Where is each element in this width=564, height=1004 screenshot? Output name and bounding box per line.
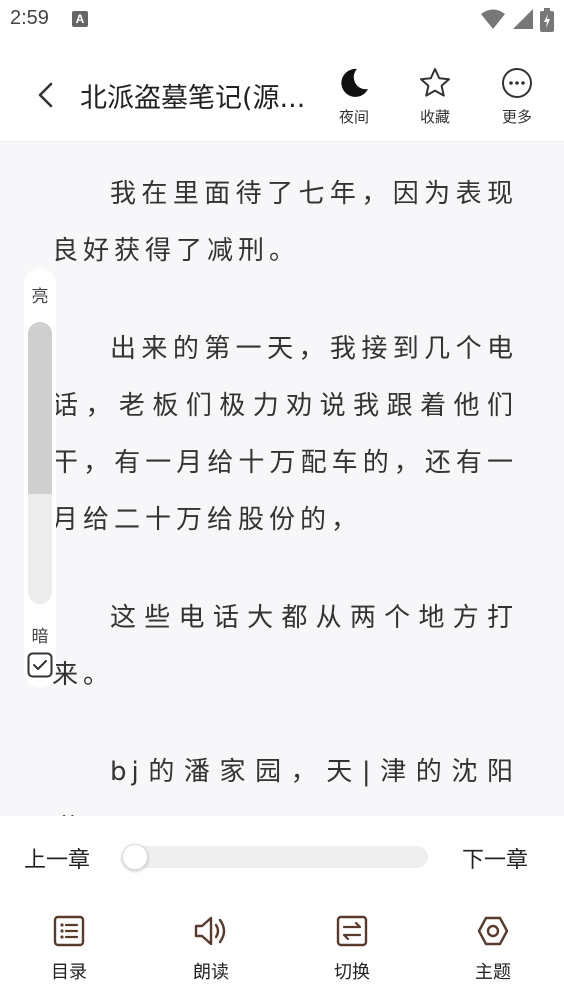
wifi-icon <box>481 9 505 29</box>
tab-read-aloud-label: 朗读 <box>193 962 229 983</box>
tab-theme[interactable]: 主题 <box>448 914 538 984</box>
reader-header: 北派盗墓笔记(源... 夜间 收藏 更多 <box>0 40 564 142</box>
paragraph: 我在里面待了七年，因为表现良好获得了减刑。 <box>52 179 518 266</box>
star-icon <box>420 68 450 97</box>
more-button[interactable]: 更多 <box>482 66 552 132</box>
speaker-icon <box>194 916 226 946</box>
back-arrow-icon <box>38 82 53 108</box>
theme-icon <box>477 916 509 946</box>
night-mode-label: 夜间 <box>338 108 369 126</box>
prev-chapter-button[interactable]: 上一章 <box>24 842 90 874</box>
more-icon <box>502 68 532 98</box>
switch-icon <box>336 915 368 947</box>
follow-system-checkbox[interactable] <box>27 652 53 678</box>
brightness-bright-label: 亮 <box>31 287 49 307</box>
tab-theme-label: 主题 <box>475 962 511 983</box>
book-title: 北派盗墓笔记(源... <box>80 83 306 114</box>
favorite-label: 收藏 <box>419 108 450 126</box>
chapter-progress-thumb[interactable] <box>122 844 148 870</box>
tab-catalog-label: 目录 <box>51 962 87 983</box>
moon-icon <box>341 68 368 97</box>
favorite-button[interactable]: 收藏 <box>400 66 470 132</box>
brightness-slider[interactable] <box>28 322 52 604</box>
tab-catalog[interactable]: 目录 <box>24 914 114 984</box>
paragraph: bj的潘家园，天|津的沈阳道。 <box>52 757 518 816</box>
signal-icon <box>513 9 533 29</box>
tab-read-aloud[interactable]: 朗读 <box>166 914 256 984</box>
night-mode-button[interactable]: 夜间 <box>319 66 389 132</box>
battery-icon <box>540 8 554 32</box>
paragraph: 出来的第一天，我接到几个电话，老板们极力劝说我跟着他们干，有一月给十万配车的，还… <box>52 334 518 535</box>
notification-a-icon: A <box>72 11 88 27</box>
bottom-controls: 上一章 下一章 目录 朗读 切换 主题 <box>0 816 564 1004</box>
list-icon <box>53 915 85 947</box>
tab-switch-label: 切换 <box>334 962 370 983</box>
back-button[interactable] <box>30 78 64 112</box>
more-label: 更多 <box>501 108 532 126</box>
status-time: 2:59 <box>10 7 49 29</box>
brightness-dark-label: 暗 <box>31 627 49 647</box>
tab-switch[interactable]: 切换 <box>307 914 397 984</box>
reading-content[interactable]: 我在里面待了七年，因为表现良好获得了减刑。 出来的第一天，我接到几个电话，老板们… <box>0 142 564 816</box>
brightness-slider-fill <box>28 322 52 494</box>
status-bar: 2:59 A <box>0 0 564 40</box>
next-chapter-button[interactable]: 下一章 <box>462 842 528 874</box>
paragraph: 这些电话大都从两个地方打来。 <box>52 603 518 690</box>
status-icons <box>480 8 554 32</box>
brightness-panel: 亮 暗 <box>24 268 56 688</box>
checkbox-checked-icon <box>27 652 53 678</box>
chapter-progress-slider[interactable] <box>122 844 428 870</box>
